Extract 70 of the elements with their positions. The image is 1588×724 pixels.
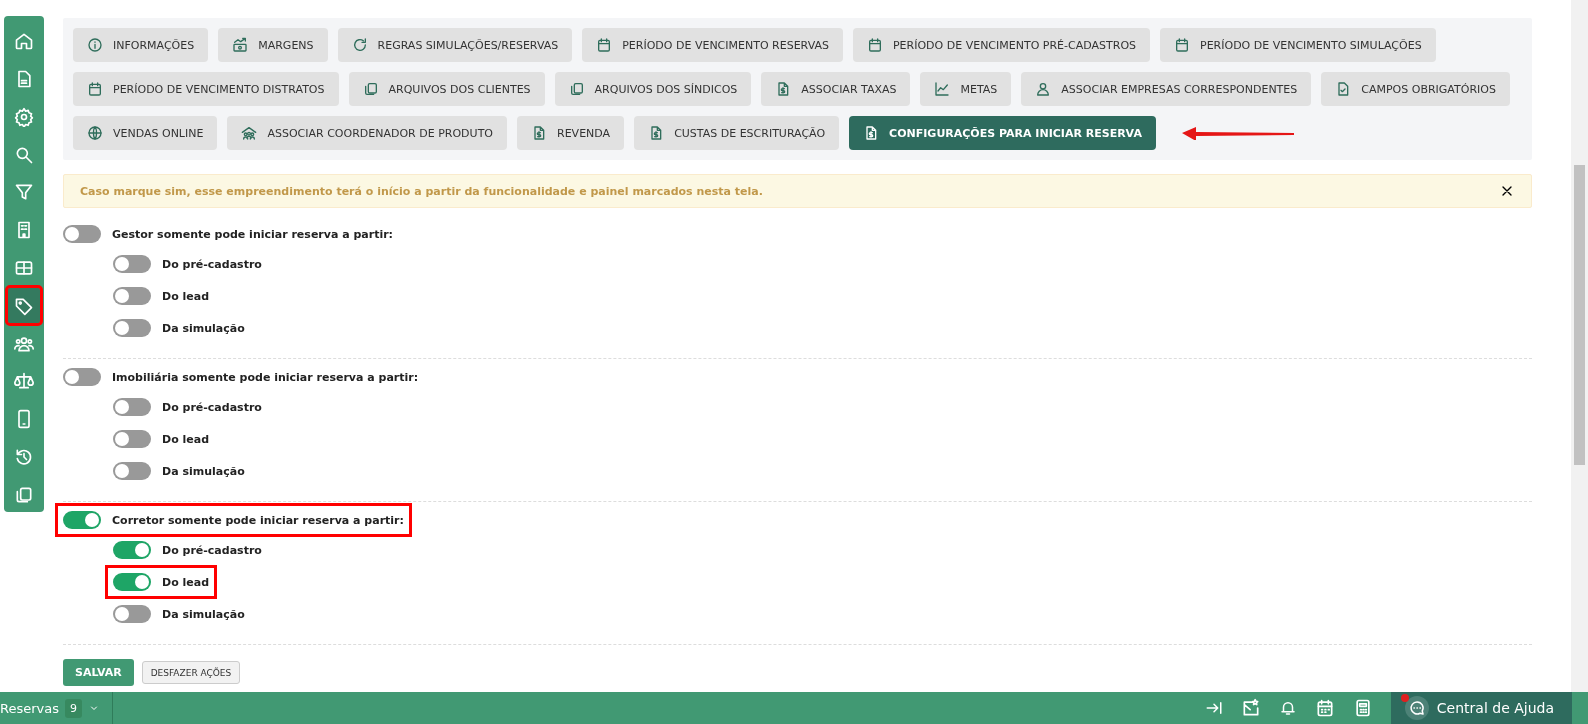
chat-icon	[1407, 699, 1426, 717]
money-icon	[232, 37, 249, 53]
setting-label: Corretor somente pode iniciar reserva a partir:	[112, 513, 404, 527]
globe-icon	[87, 125, 103, 141]
tab[interactable]: CUSTAS DE ESCRITURAÇÃO	[634, 116, 840, 150]
toggle-switch[interactable]	[63, 511, 101, 529]
people-house-icon	[241, 125, 258, 141]
tab[interactable]: PERÍODO DE VENCIMENTO DISTRATOS	[73, 72, 339, 106]
info-icon	[87, 37, 103, 53]
count-badge: 9	[65, 698, 82, 718]
option-label: Da simulação	[162, 321, 245, 335]
tab[interactable]: METAS	[920, 72, 1012, 106]
scrollbar-thumb[interactable]	[1574, 165, 1585, 465]
option-label: Da simulação	[162, 464, 245, 478]
bell-icon	[1278, 699, 1297, 717]
setting-label: Gestor somente pode iniciar reserva a partir:	[112, 227, 393, 241]
dollar-document-icon	[531, 125, 547, 141]
toggle-switch[interactable]	[113, 573, 151, 591]
calendar-icon	[596, 37, 613, 53]
option-label: Do lead	[162, 575, 210, 589]
help-center-button[interactable]: Central de Ajuda	[1390, 692, 1572, 724]
option-label: Do pré-cadastro	[162, 257, 262, 271]
toggle-switch[interactable]	[113, 287, 151, 305]
option-label: Do pré-cadastro	[162, 400, 262, 414]
tab[interactable]: VENDAS ONLINE	[73, 116, 218, 150]
alert-text: Caso marque sim, esse empreendimento terá o início a partir da funcionalidade e painel marcados nesta tela.	[80, 184, 763, 198]
sidebar-item[interactable]	[8, 288, 40, 324]
toggle-switch[interactable]	[113, 319, 151, 337]
toggle-switch[interactable]	[113, 430, 151, 448]
tab[interactable]: ARQUIVOS DOS CLIENTES	[348, 72, 545, 106]
refresh-icon	[351, 37, 368, 53]
tab[interactable]: ASSOCIAR EMPRESAS CORRESPONDENTES	[1021, 72, 1312, 106]
undo-button[interactable]: DESFAZER AÇÕES	[141, 661, 241, 684]
copy-icon	[568, 81, 585, 97]
toggle-switch[interactable]	[63, 225, 101, 243]
tab[interactable]: ASSOCIAR COORDENADOR DE PRODUTO	[227, 116, 507, 150]
collapse-arrow-icon	[1204, 699, 1223, 717]
option-label: Da simulação	[162, 607, 245, 621]
home-icon	[14, 31, 34, 52]
option-label: Do pré-cadastro	[162, 543, 262, 557]
tab[interactable]: INFORMAÇÕES	[73, 28, 209, 62]
settings-icon	[14, 106, 34, 127]
tab[interactable]: REGRAS SIMULAÇÕES/RESERVAS	[337, 28, 573, 62]
copy-icon	[362, 81, 379, 97]
toggle-switch[interactable]	[113, 605, 151, 623]
tab[interactable]: PERÍODO DE VENCIMENTO PRÉ-CADASTROS	[853, 28, 1150, 62]
calendar-icon	[1174, 37, 1190, 53]
setting-label: Imobiliária somente pode iniciar reserva a partir:	[112, 370, 419, 384]
calendar-icon	[87, 81, 103, 97]
toggle-switch[interactable]	[113, 255, 151, 273]
toggle-switch[interactable]	[63, 368, 101, 386]
line-chart-icon	[934, 81, 951, 97]
tab[interactable]: CAMPOS OBRIGATÓRIOS	[1321, 72, 1510, 106]
tab[interactable]: CONFIGURAÇÕES PARA INICIAR RESERVA	[849, 116, 1156, 150]
calendar-icon	[867, 37, 883, 53]
toggle-switch[interactable]	[113, 541, 151, 559]
toggle-switch[interactable]	[113, 398, 151, 416]
user-icon	[1035, 81, 1052, 97]
scrollbar[interactable]	[1571, 0, 1588, 692]
tab[interactable]: PERÍODO DE VENCIMENTO SIMULAÇÕES	[1160, 28, 1436, 62]
tab[interactable]: REVENDA	[517, 116, 625, 150]
option-label: Do lead	[162, 289, 210, 303]
toggle-switch[interactable]	[113, 462, 151, 480]
scale-icon	[14, 371, 34, 392]
notification-dot	[1400, 694, 1409, 702]
option-label: Do lead	[162, 432, 210, 446]
tab[interactable]: MARGENS	[218, 28, 328, 62]
tab[interactable]: PERÍODO DE VENCIMENTO RESERVAS	[582, 28, 843, 62]
tab[interactable]: ASSOCIAR TAXAS	[761, 72, 911, 106]
tab[interactable]: ARQUIVOS DOS SÍNDICOS	[554, 72, 752, 106]
